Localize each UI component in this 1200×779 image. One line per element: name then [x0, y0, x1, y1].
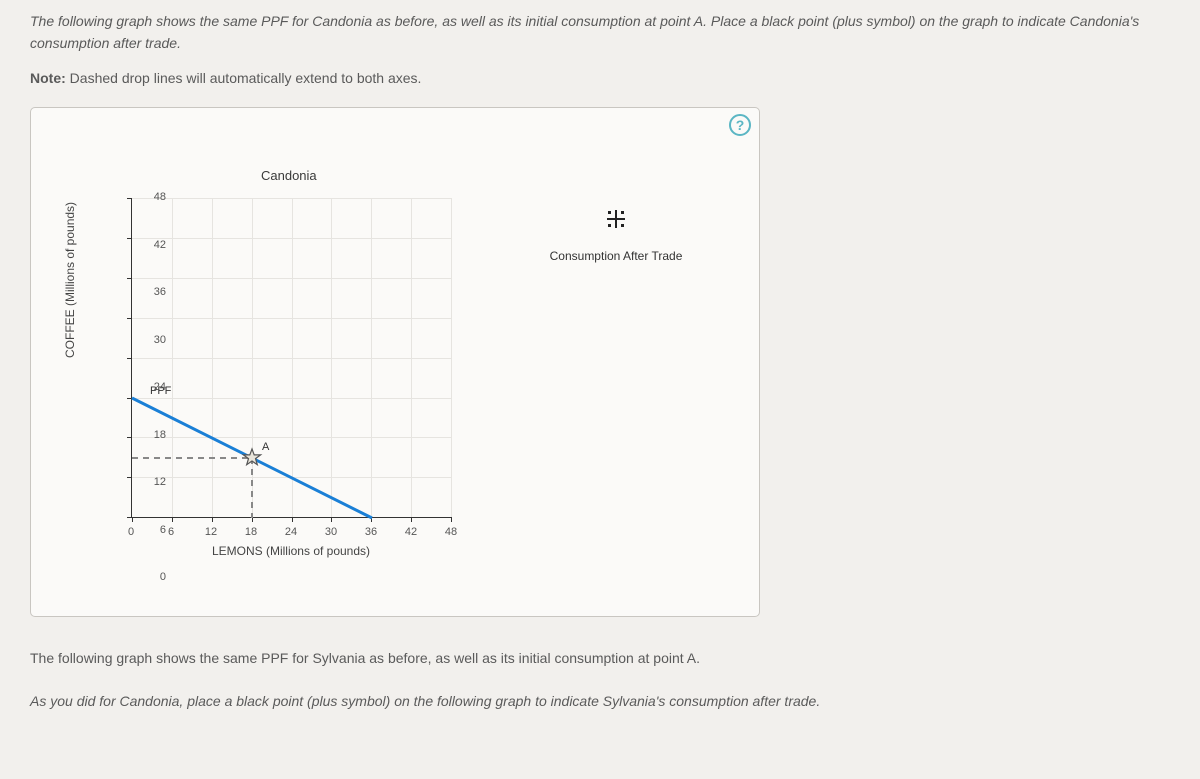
xtick: 36: [356, 524, 386, 542]
plot-svg: PPF A: [132, 198, 452, 518]
ytick: 48: [136, 189, 166, 207]
xtick: 42: [396, 524, 426, 542]
ytick: 24: [136, 379, 166, 397]
x-axis-label: LEMONS (Millions of pounds): [131, 542, 451, 561]
xtick: 6: [156, 524, 186, 542]
plus-marker-icon: [605, 208, 627, 230]
ytick: 18: [136, 427, 166, 445]
ytick: 36: [136, 284, 166, 302]
xtick: 30: [316, 524, 346, 542]
ytick: 42: [136, 237, 166, 255]
note-label: Note:: [30, 70, 66, 86]
xtick: 12: [196, 524, 226, 542]
instruction-text-3: As you did for Candonia, place a black p…: [30, 690, 1170, 712]
ytick: 12: [136, 474, 166, 492]
graph-panel: ? Candonia COFFEE (Millions of pounds): [30, 107, 760, 617]
help-icon: ?: [736, 117, 745, 133]
note-text: Dashed drop lines will automatically ext…: [66, 70, 422, 86]
legend-consumption-after-trade[interactable]: Consumption After Trade: [506, 208, 726, 266]
point-a-label: A: [262, 441, 270, 453]
xtick: 48: [436, 524, 466, 542]
xtick: 0: [116, 524, 146, 542]
plot-wrap: COFFEE (Millions of pounds): [91, 198, 491, 578]
instruction-text-1: The following graph shows the same PPF f…: [30, 10, 1170, 55]
chart-title: Candonia: [261, 166, 317, 187]
xtick: 24: [276, 524, 306, 542]
legend-label: Consumption After Trade: [506, 247, 726, 266]
ytick: 30: [136, 332, 166, 350]
ytick: 0: [136, 569, 166, 587]
note-line: Note: Dashed drop lines will automatical…: [30, 67, 1170, 89]
plot-area[interactable]: PPF A: [131, 198, 451, 518]
xtick: 18: [236, 524, 266, 542]
y-axis-label: COFFEE (Millions of pounds): [61, 202, 80, 358]
instruction-text-2: The following graph shows the same PPF f…: [30, 647, 1170, 669]
help-button[interactable]: ?: [729, 114, 751, 136]
